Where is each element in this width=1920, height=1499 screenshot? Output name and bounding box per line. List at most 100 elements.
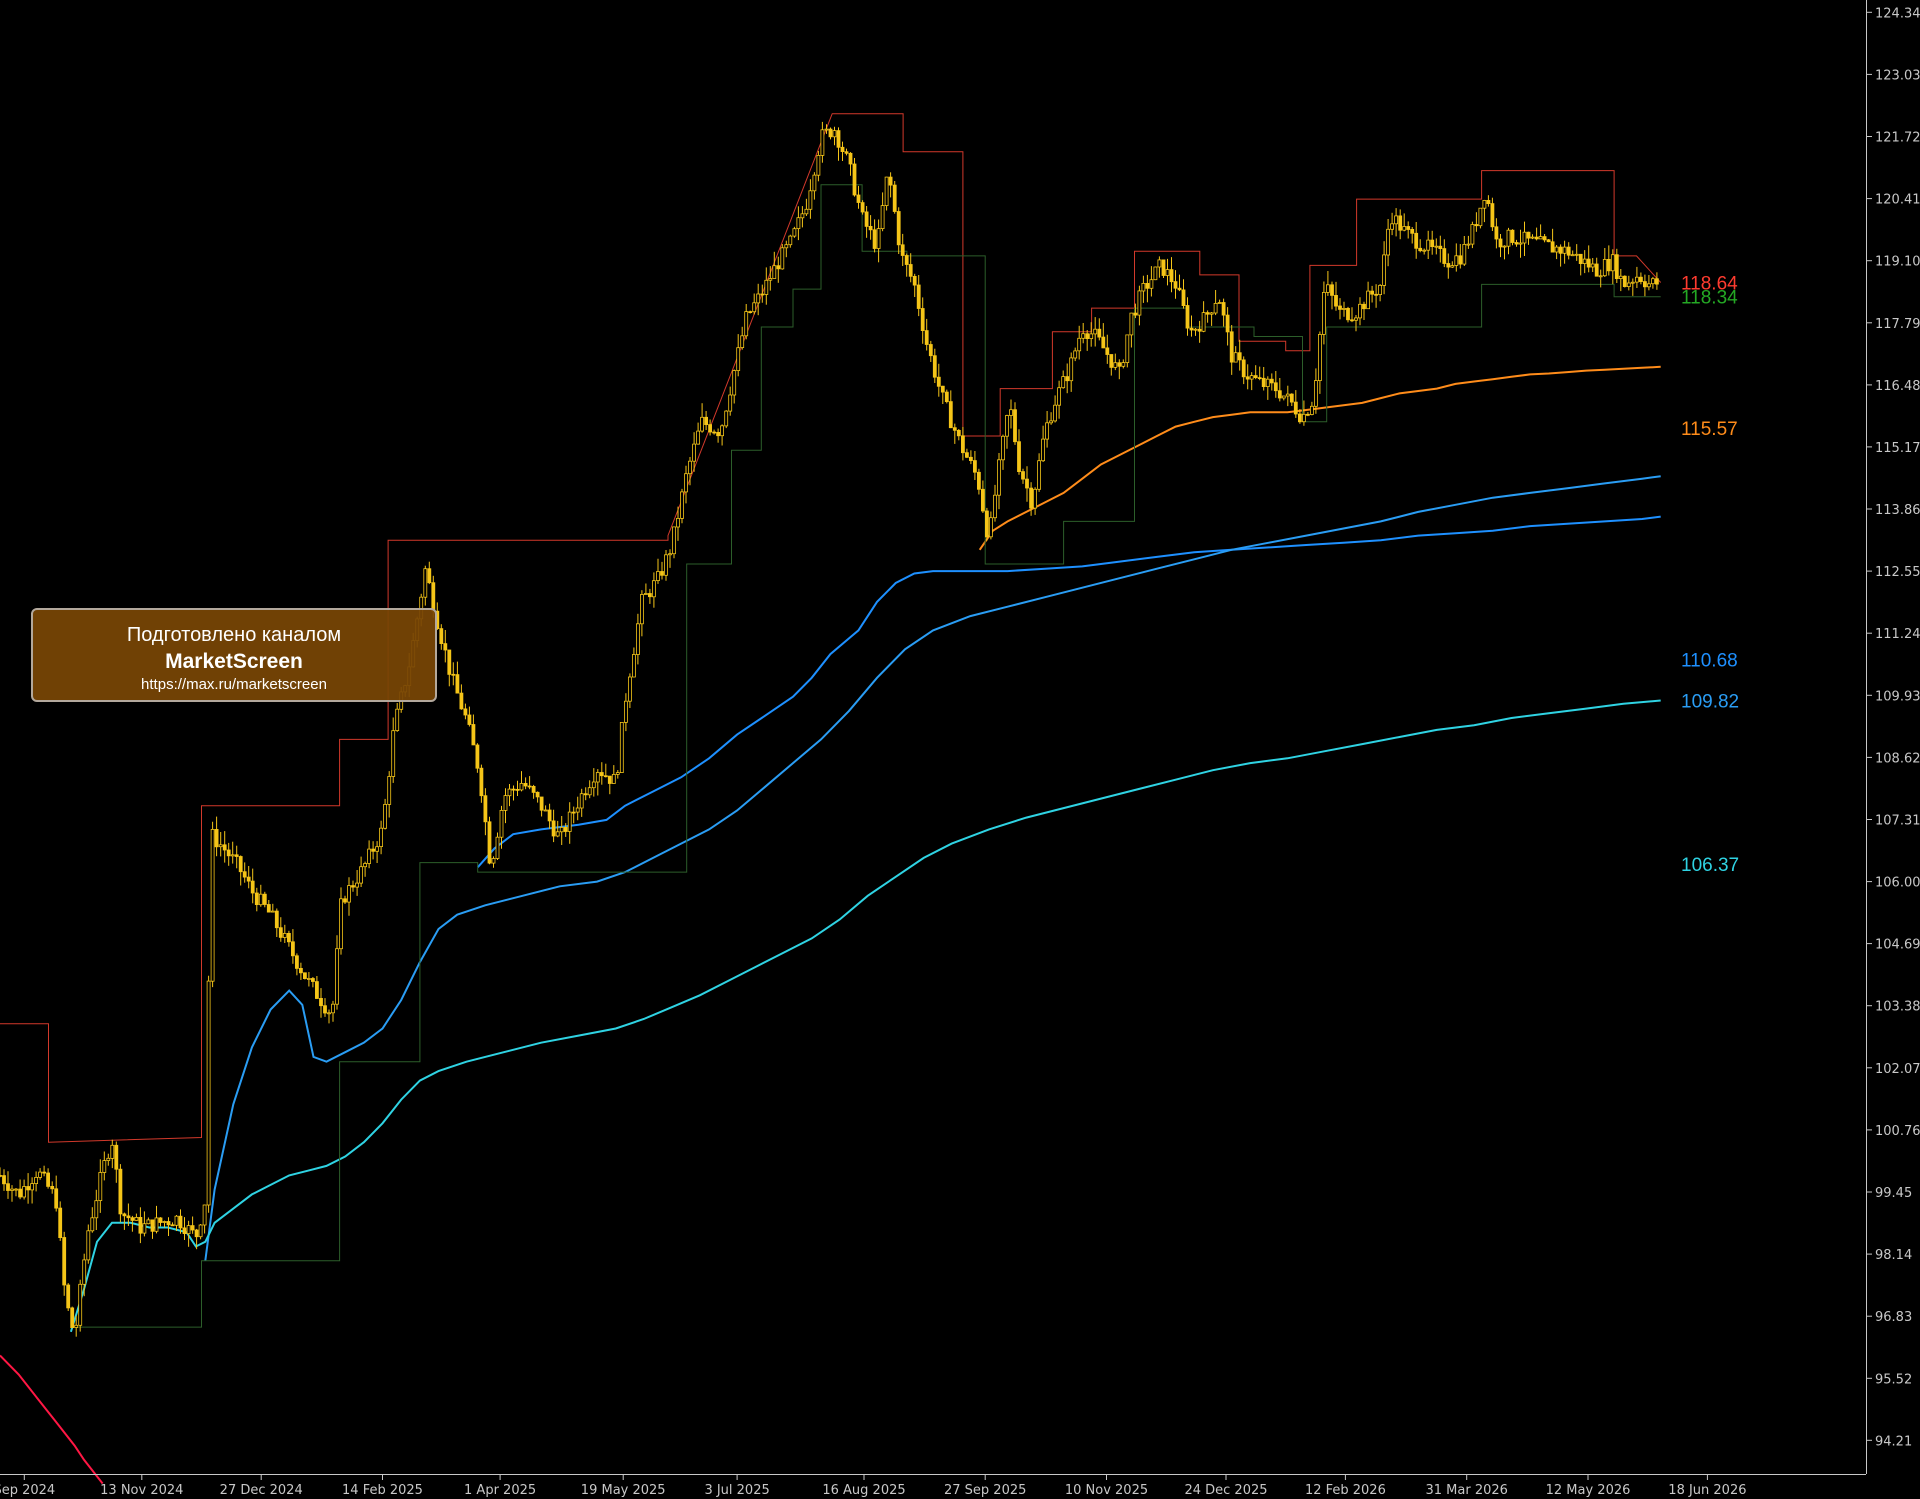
candle-body [535, 791, 540, 798]
candle-body [174, 1215, 179, 1226]
candle-body [1454, 255, 1459, 266]
price-tick-label: 99.45 [1875, 1186, 1912, 1201]
candle-body [989, 517, 993, 538]
candle-body [455, 674, 460, 694]
candle-body [190, 1225, 195, 1231]
candle-body [724, 410, 729, 427]
candle-body [278, 927, 283, 938]
candle-body [636, 623, 640, 655]
watermark-badge: Подготовлено каналом MarketScreen https:… [31, 608, 437, 702]
candle-body [387, 776, 392, 805]
candle-body [539, 796, 544, 811]
candle-body [222, 844, 227, 851]
candle-body [1410, 228, 1415, 234]
candle-body [1041, 438, 1045, 462]
price-tick-label: 109.93 [1875, 689, 1920, 704]
candle-body [274, 910, 279, 929]
candle-body [1197, 328, 1202, 332]
candle-body [860, 202, 865, 213]
candle-body [928, 344, 933, 357]
candle-body [339, 898, 343, 950]
candle-body [298, 968, 303, 974]
candle-body [780, 247, 785, 270]
price-tick-label: 102.07 [1875, 1062, 1920, 1077]
candle-body [42, 1171, 46, 1174]
price-chart[interactable]: 118.64118.34115.57110.68109.82106.37 124… [0, 0, 1920, 1499]
candle-body [170, 1224, 175, 1227]
price-channel [0, 113, 1662, 1328]
candle-body [804, 208, 809, 215]
candle-body [1386, 228, 1390, 256]
candle-body [262, 893, 267, 905]
candle-body [1285, 393, 1290, 397]
candle-body [1326, 284, 1330, 293]
candle-body [475, 744, 480, 769]
candle-body [423, 568, 428, 598]
candle-body [0, 1175, 2, 1177]
time-axis[interactable]: Sep 2024 13 Nov 2024 27 Dec 2024 14 Feb 202… [0, 1474, 1866, 1498]
candle-body [78, 1283, 83, 1326]
candle-body [451, 673, 456, 676]
candle-body [367, 848, 372, 864]
candle-body [824, 128, 829, 131]
candle-body [427, 568, 432, 584]
time-tick-label: Sep 2024 [0, 1483, 55, 1498]
candle-body [1538, 236, 1543, 240]
candle-body [375, 846, 380, 852]
candle-body [431, 582, 436, 612]
candle-body [1478, 207, 1483, 227]
candle-body [507, 788, 512, 797]
candle-body [708, 424, 712, 433]
candle-body [114, 1144, 119, 1170]
candle-body [1077, 337, 1082, 352]
candle-body [776, 265, 781, 270]
candle-body [924, 330, 929, 345]
candle-body [1237, 352, 1242, 361]
candle-body [62, 1237, 67, 1286]
candle-body [238, 856, 243, 873]
candle-body [290, 941, 295, 957]
candle-body [728, 394, 733, 412]
price-axis[interactable]: 124.34 123.03 121.72 120.41 119.10 117.79 116.… [1866, 0, 1920, 1474]
price-tick-label: 98.14 [1875, 1248, 1912, 1263]
candle-body [1342, 307, 1346, 310]
candle-body [896, 211, 901, 246]
candle-body [1639, 276, 1643, 283]
candle-body [1446, 263, 1451, 268]
price-tick-label: 111.24 [1875, 627, 1920, 642]
candle-body [1406, 226, 1411, 230]
candle-body [1005, 415, 1009, 437]
indicator-line-4 [0, 1354, 104, 1485]
candle-body [1314, 380, 1318, 407]
candle-body [1338, 305, 1342, 310]
candle-body [1370, 290, 1374, 295]
candle-body [86, 1230, 91, 1261]
candle-body [1502, 245, 1507, 248]
price-tick-label: 120.41 [1875, 193, 1920, 208]
candle-body [848, 152, 853, 165]
candle-body [1277, 390, 1282, 399]
candle-body [26, 1186, 31, 1191]
candle-body [2, 1175, 6, 1185]
candle-body [1651, 278, 1655, 285]
candle-body [788, 235, 793, 246]
candle-body [1085, 333, 1090, 340]
candle-body [1161, 259, 1166, 276]
candle-body [1506, 229, 1511, 247]
candle-body [628, 676, 632, 702]
candle-body [1065, 376, 1070, 382]
candle-body [323, 1005, 327, 1014]
candle-body [1153, 266, 1158, 281]
candle-body [820, 129, 825, 156]
candle-body [126, 1215, 131, 1219]
candle-body [1029, 487, 1033, 509]
candle-body [523, 783, 528, 787]
candle-body [1458, 255, 1463, 265]
candle-body [732, 370, 737, 396]
candle-body [1021, 471, 1025, 480]
price-tick-label: 121.72 [1875, 131, 1920, 146]
candle-body [1013, 409, 1017, 443]
candle-body [471, 724, 476, 746]
candle-body [1245, 376, 1250, 380]
candle-body [1129, 312, 1134, 336]
